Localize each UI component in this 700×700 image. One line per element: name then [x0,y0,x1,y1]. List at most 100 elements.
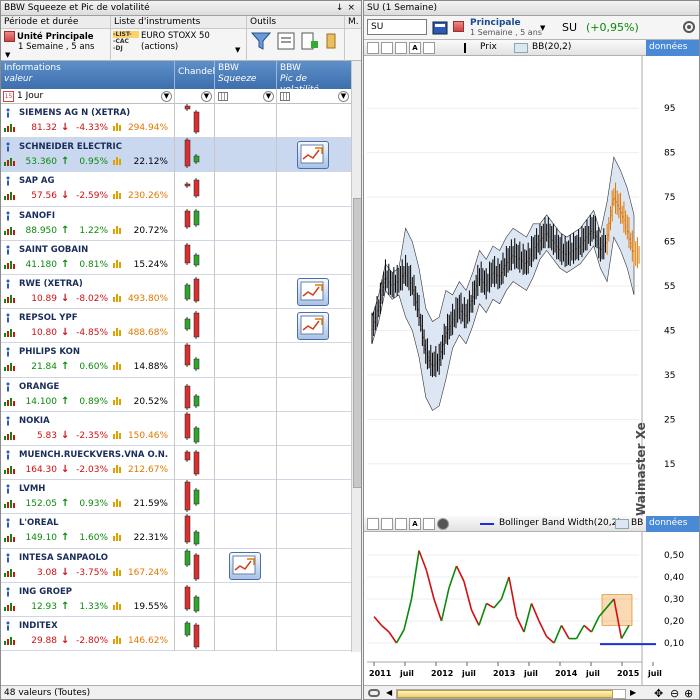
box-tool-icon[interactable] [423,518,435,530]
volatility-cell[interactable] [277,617,351,651]
info-icon[interactable] [4,416,12,426]
info-icon[interactable] [4,211,12,221]
chevron-down-icon[interactable]: ▼ [201,91,212,102]
info-cell[interactable]: MUENCH.RUECKVERS.VNA O.N. 164.30 ↓ -2.03% 21… [1,446,175,480]
signal-chart-icon[interactable] [297,278,329,306]
squeeze-cell[interactable] [215,309,277,344]
info-icon[interactable] [4,279,12,289]
move-icon[interactable]: ✥ [654,687,663,699]
squeeze-cell[interactable] [215,104,277,138]
info-icon[interactable] [4,245,12,255]
table-row[interactable]: ING GROEP 12.93 ↑ 1.33% 19.55% [1,582,351,617]
volatility-cell[interactable] [277,378,351,412]
scrollbar-thumb[interactable] [353,198,361,488]
squeeze-cell[interactable] [215,548,277,583]
info-icon[interactable] [4,484,12,494]
settings-icon[interactable] [682,20,696,34]
info-icon[interactable] [4,108,12,118]
squeeze-cell[interactable] [215,514,277,549]
volatility-cell[interactable] [277,343,351,377]
squeeze-cell[interactable] [215,617,277,651]
line-tool-icon[interactable] [381,42,393,54]
table-row[interactable]: LVMH 152.05 ↑ 0.93% 21.59% [1,480,351,515]
info-icon[interactable] [4,347,12,357]
col-info[interactable]: Informations valeur [1,61,175,89]
close-icon[interactable] [437,518,449,530]
squeeze-cell[interactable] [215,343,277,378]
hscroll-thumb[interactable] [397,690,613,698]
squeeze-filter[interactable]: ▼ [215,89,277,104]
text-tool-icon[interactable]: A [409,518,421,530]
col-squeeze[interactable]: BBW Squeeze [215,61,277,89]
close-button[interactable]: × [347,3,359,13]
trend-tool-icon[interactable] [395,518,407,530]
crosshair-tool-icon[interactable] [367,42,379,54]
volatility-cell[interactable] [277,241,351,275]
table-row[interactable]: INTESA SANPAOLO 3.08 ↓ -3.75% 167.24% [1,548,351,583]
info-icon[interactable] [4,382,12,392]
table-row[interactable]: INDITEX 29.88 ↓ -2.80% 146.62% [1,617,351,652]
volatility-cell[interactable] [277,104,351,138]
zoom-in-icon[interactable]: ⊕ [684,687,693,699]
filter-icon[interactable] [251,31,271,51]
volatility-cell[interactable] [277,480,351,514]
add-column-icon[interactable] [301,32,319,50]
signal-chart-icon[interactable] [297,312,329,341]
zoom-out-icon[interactable]: ⊖ [670,687,679,699]
horizontal-scrollbar[interactable] [396,689,626,699]
table-row[interactable]: SAINT GOBAIN 41.180 ↑ 0.81% 15.24% [1,240,351,275]
squeeze-cell[interactable] [215,377,277,412]
period-filter[interactable]: 15 1 Jour ▼ [1,89,175,104]
squeeze-cell[interactable] [215,138,277,173]
link-icon[interactable] [368,689,380,697]
chevron-down-icon[interactable]: ▼ [5,50,10,60]
table-row[interactable]: SCHNEIDER ELECTRIC 53.360 ↑ 0.95% 22.12% [1,138,351,173]
table-row[interactable]: SANOFI 88.950 ↑ 1.22% 20.72% [1,206,351,241]
indicator-chart[interactable]: 0,50 0,40 0,30 0,20 0,10 2011 juil 2012 juil 2013… [364,532,699,685]
chevron-down-icon[interactable]: ▼ [540,24,545,32]
info-cell[interactable]: REPSOL YPF 10.80 ↓ -4.85% 488.68% [1,309,175,344]
info-cell[interactable]: NOKIA 5.83 ↓ -2.35% 150.46% [1,411,175,446]
info-icon[interactable] [4,553,12,563]
volatility-cell[interactable] [277,446,351,480]
info-icon[interactable] [4,621,12,631]
period-selector[interactable]: Unité Principale 1 Semaine , 5 ans ▼ [1,29,110,59]
volatility-cell[interactable] [277,138,351,172]
squeeze-cell[interactable] [215,480,277,515]
volatility-cell[interactable] [277,412,351,446]
info-cell[interactable]: SAP AG 57.56 ↓ -2.59% 230.26% [1,172,175,207]
pin-button[interactable]: ↓ [336,3,348,13]
info-cell[interactable]: INTESA SANPAOLO 3.08 ↓ -3.75% 167.24% [1,548,175,583]
info-icon[interactable] [4,518,12,528]
trend-tool-icon[interactable] [395,42,407,54]
chevron-down-icon[interactable]: ▼ [263,91,274,102]
chevron-down-icon[interactable]: ▼ [235,45,240,55]
squeeze-cell[interactable] [215,275,277,309]
volatility-cell[interactable] [277,309,351,343]
table-row[interactable]: NOKIA 5.83 ↓ -2.35% 150.46% [1,411,351,446]
table-row[interactable]: L'OREAL 149.10 ↑ 1.60% 22.31% [1,514,351,549]
indicator-data-tab[interactable]: données TR [646,516,699,543]
col-volatility[interactable]: BBWPic de volatilité [277,61,351,95]
crosshair-tool-icon[interactable] [367,518,379,530]
info-cell[interactable]: SCHNEIDER ELECTRIC 53.360 ↑ 0.95% 22.12% [1,138,175,173]
price-chart[interactable]: 95 85 75 65 55 45 35 25 15 Waimaster Xe [364,56,699,516]
data-tab[interactable]: données TR [646,40,699,67]
col-chandel[interactable]: Chandel [175,61,215,89]
info-icon[interactable] [4,142,12,152]
table-row[interactable]: MUENCH.RUECKVERS.VNA O.N. 164.30 ↓ -2.03% 21… [1,446,351,481]
info-icon[interactable] [4,587,12,597]
list-selector[interactable]: -LIST- -CAC -DJ EURO STOXX 50 (actions) … [111,29,246,54]
book-icon[interactable] [431,19,449,37]
volatility-cell[interactable] [277,514,351,548]
volatility-cell[interactable] [277,583,351,617]
scroll-right-icon[interactable]: ▶ [630,688,636,697]
table-row[interactable]: REPSOL YPF 10.80 ↓ -4.85% 488.68% [1,309,351,344]
volatility-cell[interactable] [277,549,351,583]
signal-chart-icon[interactable] [297,141,329,170]
squeeze-cell[interactable] [215,446,277,480]
table-row[interactable]: ORANGE 14.100 ↑ 0.89% 20.52% [1,377,351,412]
vertical-scrollbar[interactable] [351,61,361,652]
info-cell[interactable]: L'OREAL 149.10 ↑ 1.60% 22.31% [1,514,175,549]
squeeze-cell[interactable] [215,206,277,241]
